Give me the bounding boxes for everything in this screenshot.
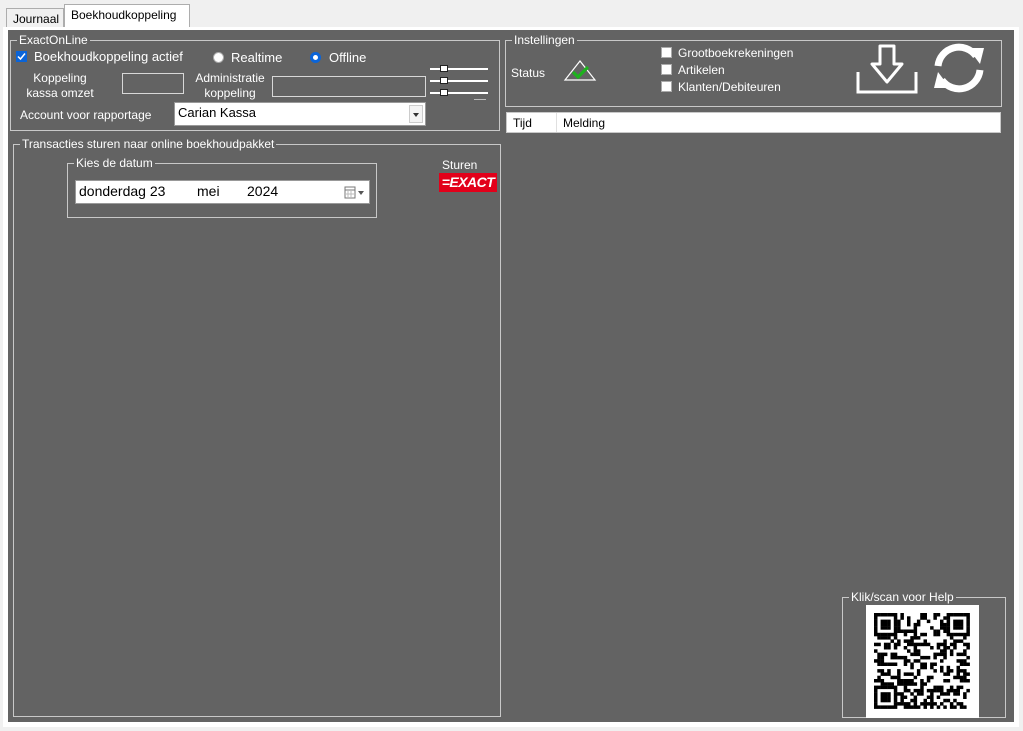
administratie-label: Administratie koppeling [195,71,265,100]
status-label: Status [511,66,546,80]
offline-radio[interactable] [310,52,321,63]
boekhoud-panel: ExactOnLine Boekhoudkoppeling actief Rea… [8,30,1014,722]
help-qr-code[interactable] [866,605,979,718]
help-legend: Klik/scan voor Help [851,590,954,604]
realtime-radio[interactable] [213,52,224,63]
column-divider[interactable] [556,113,557,132]
grootboek-label: Grootboekrekeningen [678,46,794,60]
exactonline-legend: ExactOnLine [19,33,88,47]
exact-send-button[interactable]: =EXACT [439,173,497,192]
exact-logo-text: =EXACT [441,174,495,190]
column-tijd[interactable]: Tijd [513,116,532,130]
tab-boekhoudkoppeling[interactable]: Boekhoudkoppeling [64,4,190,28]
koppeling-kassa-omzet-input[interactable] [122,73,184,94]
instellingen-legend: Instellingen [514,33,575,47]
qr-code-icon [874,613,970,709]
offline-label: Offline [329,50,367,65]
artikelen-label: Artikelen [678,63,725,77]
actief-label: Boekhoudkoppeling actief [34,49,183,64]
account-label: Account voor rapportage [20,108,152,122]
log-header: Tijd Melding [506,112,1001,133]
account-value: Carian Kassa [178,105,257,120]
tab-content: ExactOnLine Boekhoudkoppeling actief Rea… [3,27,1019,727]
date-day: donderdag 23 [79,183,166,199]
tab-journaal[interactable]: Journaal [6,8,64,28]
klanten-label: Klanten/Debiteuren [678,80,781,94]
koppeling-label: Koppeling kassa omzet [26,71,94,100]
date-picker[interactable]: donderdag 23 mei 2024 [75,180,370,204]
realtime-label: Realtime [231,50,283,65]
column-melding[interactable]: Melding [563,116,605,130]
log-list[interactable] [506,133,1001,583]
actief-checkbox[interactable] [16,51,27,62]
date-year: 2024 [247,183,279,199]
calendar-icon[interactable] [344,186,366,200]
download-icon[interactable] [856,42,918,94]
grootboek-checkbox[interactable] [661,47,672,58]
chevron-down-icon[interactable] [409,105,423,123]
klanten-checkbox[interactable] [661,81,672,92]
tab-bar: Journaal Boekhoudkoppeling [0,0,1023,28]
transacties-legend: Transacties sturen naar online boekhoudp… [22,137,275,151]
refresh-icon[interactable] [928,42,990,94]
sturen-label: Sturen [442,158,478,172]
administratie-koppeling-input[interactable] [272,76,426,97]
date-month: mei [197,183,220,199]
transacties-group: Transacties sturen naar online boekhoudp… [13,137,501,717]
account-select[interactable]: Carian Kassa [174,102,426,126]
status-ok-icon [563,60,597,81]
sliders-icon[interactable] [428,62,492,102]
artikelen-checkbox[interactable] [661,64,672,75]
datum-legend: Kies de datum [76,156,153,170]
check-icon [17,53,26,61]
